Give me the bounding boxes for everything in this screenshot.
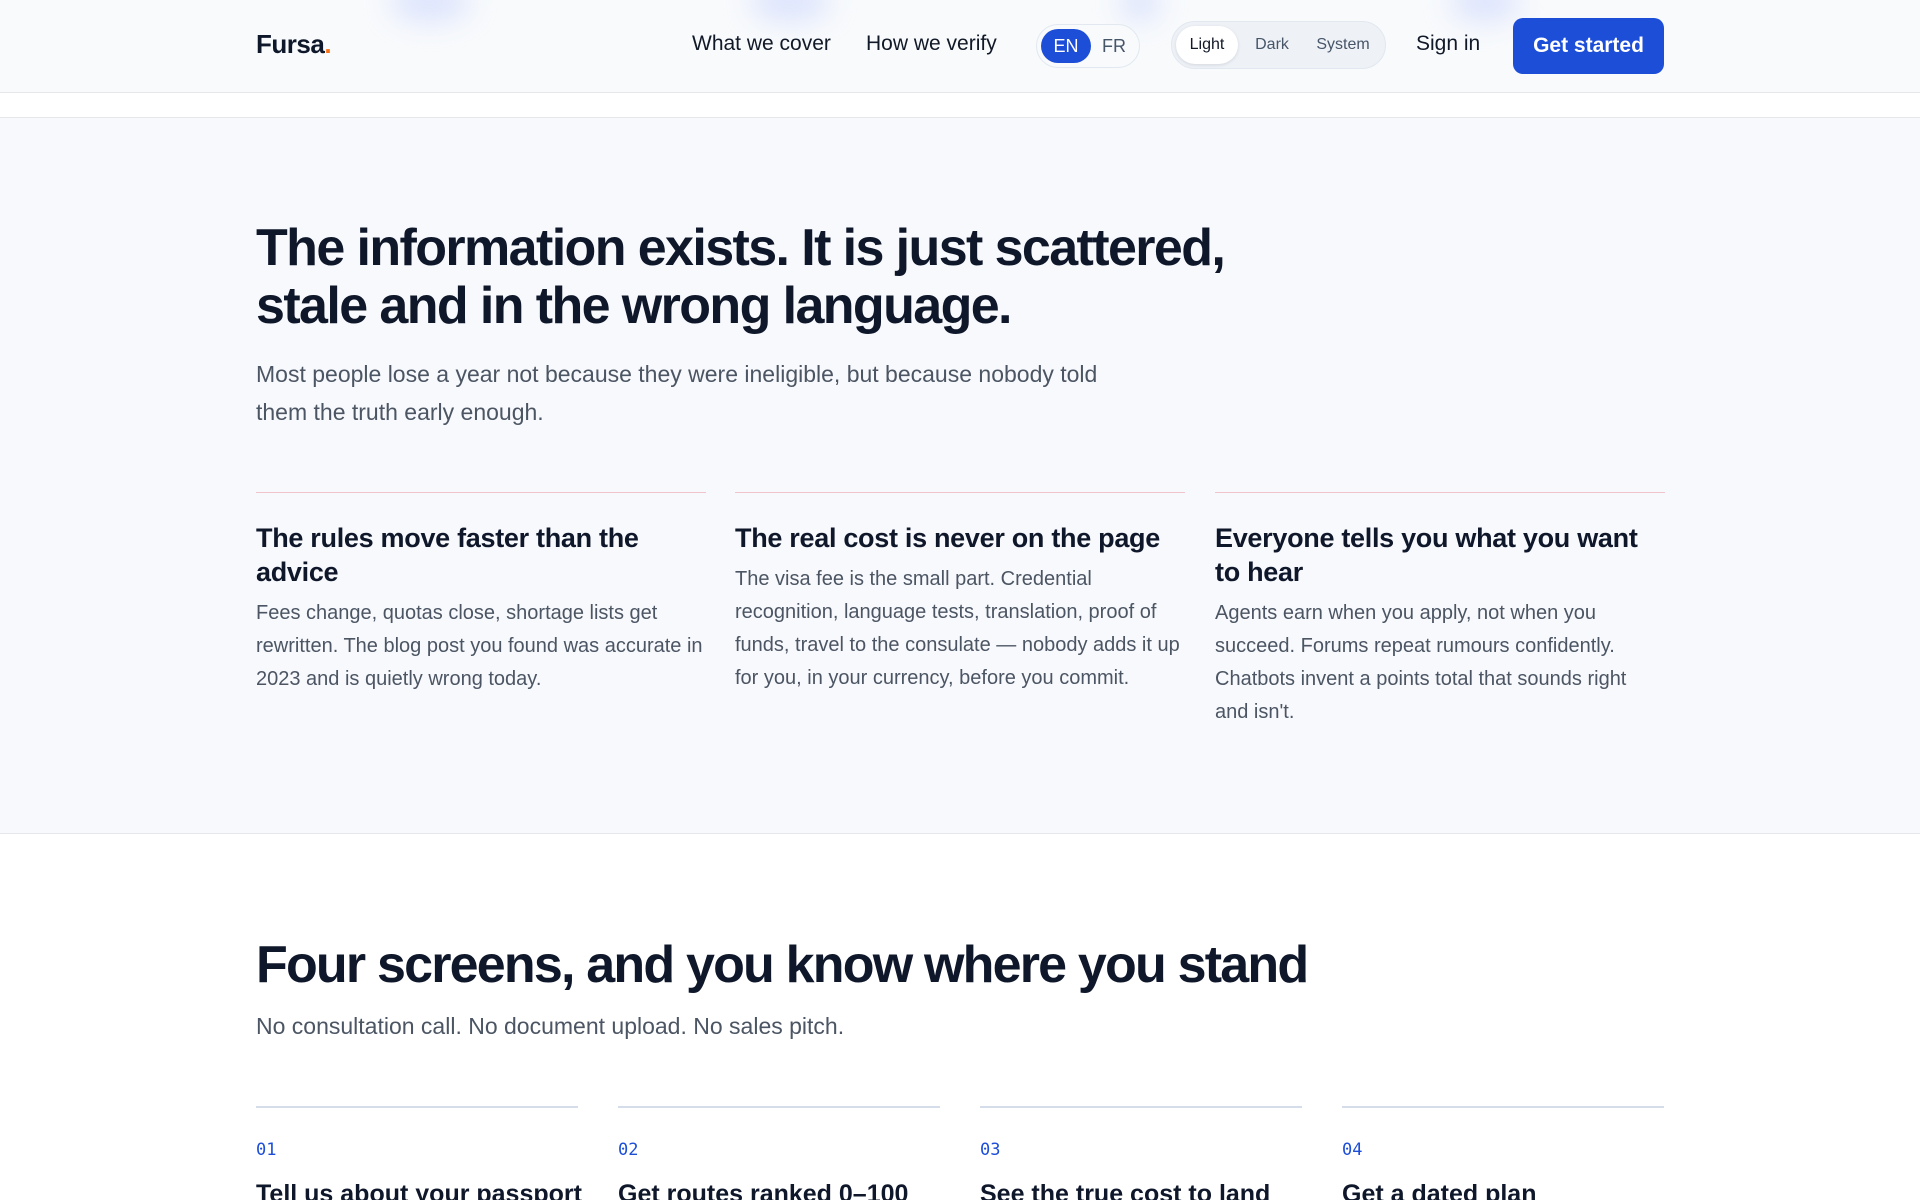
step-title: Get routes ranked 0–100	[618, 1180, 909, 1200]
problem-card: Everyone tells you what you want to hear…	[1215, 492, 1665, 729]
language-option-en[interactable]: EN	[1041, 29, 1091, 63]
step-number: 04	[1342, 1140, 1363, 1160]
problem-card-title: The real cost is never on the page	[735, 523, 1160, 553]
step-number: 01	[256, 1140, 277, 1160]
nav-link-what-we-cover[interactable]: What we cover	[692, 32, 831, 56]
step-title: Get a dated plan	[1342, 1180, 1537, 1200]
problem-card-body: Fees change, quotas close, shortage list…	[256, 602, 703, 690]
problem-heading: The information exists. It is just scatt…	[256, 219, 1226, 335]
step-title: Tell us about your passport	[256, 1180, 582, 1200]
step-item: 04 Get a dated plan	[1342, 1106, 1664, 1200]
problem-card: The rules move faster than the advice Fe…	[256, 492, 706, 696]
language-option-fr[interactable]: FR	[1091, 29, 1137, 63]
problem-card-title: Everyone tells you what you want to hear	[1215, 523, 1638, 587]
problem-section: The information exists. It is just scatt…	[0, 117, 1920, 834]
background-decoration	[750, 0, 830, 22]
background-decoration	[390, 0, 470, 22]
theme-option-light[interactable]: Light	[1176, 26, 1238, 64]
sign-in-link[interactable]: Sign in	[1416, 32, 1480, 56]
logo[interactable]: Fursa.	[256, 29, 332, 60]
step-item: 01 Tell us about your passport	[256, 1106, 582, 1200]
problem-card-body: Agents earn when you apply, not when you…	[1215, 602, 1627, 723]
step-item: 03 See the true cost to land	[980, 1106, 1302, 1200]
step-title: See the true cost to land	[980, 1180, 1271, 1200]
background-decoration	[1120, 0, 1160, 22]
step-number: 02	[618, 1140, 639, 1160]
steps-subheading: No consultation call. No document upload…	[256, 1013, 845, 1039]
problem-subheading: Most people lose a year not because they…	[256, 361, 1098, 425]
logo-dot: .	[324, 29, 332, 59]
step-number: 03	[980, 1140, 1001, 1160]
problem-card: The real cost is never on the page The v…	[735, 492, 1185, 695]
get-started-button[interactable]: Get started	[1513, 18, 1664, 74]
theme-option-system[interactable]: System	[1304, 26, 1382, 64]
site-header: Fursa. What we cover How we verify EN FR…	[0, 0, 1920, 93]
problem-card-title: The rules move faster than the advice	[256, 523, 639, 587]
nav-link-how-we-verify[interactable]: How we verify	[866, 32, 997, 56]
step-item: 02 Get routes ranked 0–100	[618, 1106, 940, 1200]
steps-heading: Four screens, and you know where you sta…	[256, 936, 1309, 994]
problem-card-body: The visa fee is the small part. Credenti…	[735, 568, 1180, 689]
language-switcher: EN FR	[1036, 24, 1140, 68]
background-decoration	[1450, 0, 1520, 22]
theme-switcher: Light Dark System	[1171, 21, 1386, 69]
theme-option-dark[interactable]: Dark	[1242, 26, 1302, 64]
logo-text: Fursa	[256, 29, 325, 59]
